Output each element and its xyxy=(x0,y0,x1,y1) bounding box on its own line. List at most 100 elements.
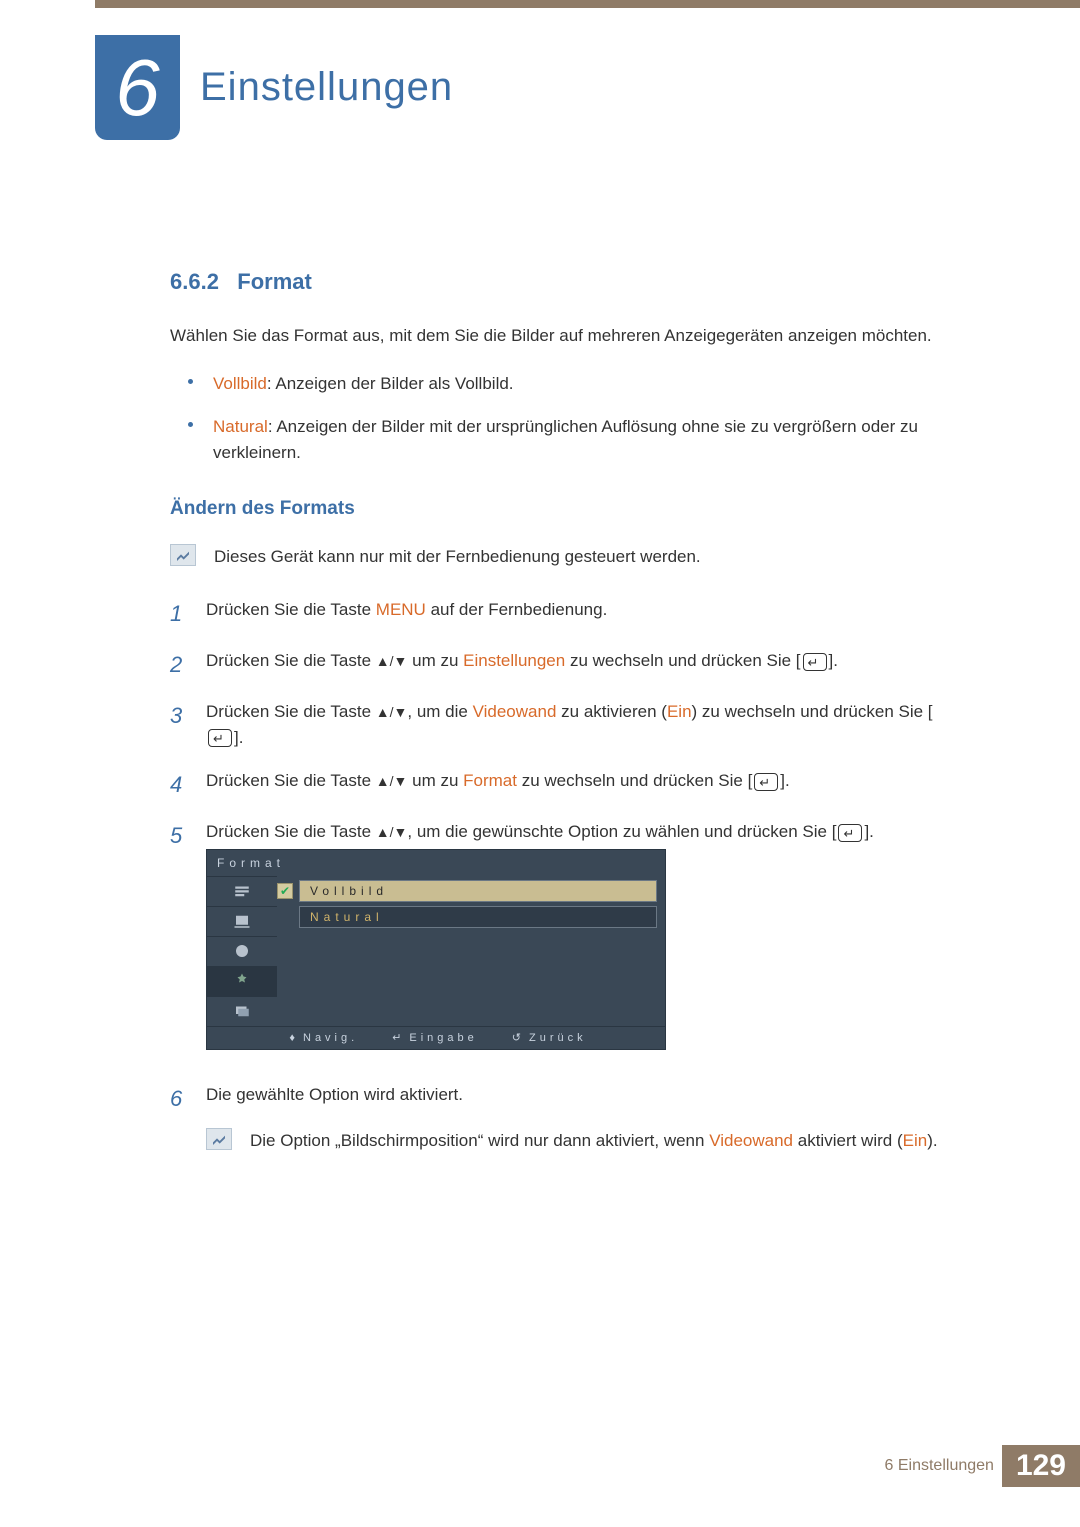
t: auf der Fernbedienung. xyxy=(426,600,607,619)
enter-icon xyxy=(803,653,827,671)
note-icon xyxy=(170,544,196,566)
enter-icon xyxy=(208,729,232,747)
note: Dieses Gerät kann nur mit der Fernbedien… xyxy=(170,544,960,570)
updown-icon: ▲/▼ xyxy=(376,771,408,792)
osd-icon xyxy=(207,936,277,966)
osd-icon xyxy=(207,996,277,1026)
step-6: 6 Die gewählte Option wird aktiviert. Di… xyxy=(170,1082,960,1181)
step-4: 4 Drücken Sie die Taste ▲/▼ um zu Format… xyxy=(170,768,960,801)
step-body: Die gewählte Option wird aktiviert. Die … xyxy=(206,1082,960,1181)
note-text: Die Option „Bildschirmposition“ wird nur… xyxy=(250,1128,938,1154)
t: zu wechseln und drücken Sie [ xyxy=(565,651,800,670)
t: Drücken Sie die Taste xyxy=(206,702,376,721)
osd-hint-enter: ↵Eingabe xyxy=(388,1030,478,1047)
t: Eingabe xyxy=(405,1032,477,1044)
t: Drücken Sie die Taste xyxy=(206,822,376,841)
osd-side-icons xyxy=(207,876,277,1026)
step-number: 3 xyxy=(170,699,188,732)
osd-icon xyxy=(207,906,277,936)
section-number: 6.6.2 xyxy=(170,269,219,294)
step-3: 3 Drücken Sie die Taste ▲/▼, um die Vide… xyxy=(170,699,960,750)
note: Die Option „Bildschirmposition“ wird nur… xyxy=(206,1128,960,1154)
step-body: Drücken Sie die Taste ▲/▼ um zu Einstell… xyxy=(206,648,960,674)
t: zu wechseln und drücken Sie [ xyxy=(517,771,752,790)
t: ]. xyxy=(864,822,873,841)
t: ). xyxy=(927,1131,937,1150)
osd-option-label: Vollbild xyxy=(299,880,657,902)
t: aktiviert wird ( xyxy=(793,1131,903,1150)
updown-icon: ▲/▼ xyxy=(376,822,408,843)
step-2: 2 Drücken Sie die Taste ▲/▼ um zu Einste… xyxy=(170,648,960,681)
t: Drücken Sie die Taste xyxy=(206,651,376,670)
chapter-number: 6 xyxy=(115,48,160,128)
osd-body: ✔ Vollbild Natural xyxy=(207,876,665,1026)
subheading: Ändern des Formats xyxy=(170,495,960,524)
t: zu aktivieren ( xyxy=(556,702,667,721)
step-body: Drücken Sie die Taste ▲/▼, um die Videow… xyxy=(206,699,960,750)
step-list: 1 Drücken Sie die Taste MENU auf der Fer… xyxy=(170,597,960,1181)
step-number: 6 xyxy=(170,1082,188,1115)
step-1: 1 Drücken Sie die Taste MENU auf der Fer… xyxy=(170,597,960,630)
t: Die gewählte Option wird aktiviert. xyxy=(206,1085,463,1104)
term-natural: Natural xyxy=(213,417,268,436)
footer-label: 6 Einstellungen xyxy=(885,1457,994,1475)
term-ein: Ein xyxy=(903,1131,928,1150)
osd-hint-back: ↺Zurück xyxy=(508,1030,587,1047)
t: um zu xyxy=(407,651,463,670)
term-videowand: Videowand xyxy=(709,1131,793,1150)
t: Navig. xyxy=(299,1032,358,1044)
intro-paragraph: Wählen Sie das Format aus, mit dem Sie d… xyxy=(170,323,960,349)
desc: : Anzeigen der Bilder mit der ursprüngli… xyxy=(213,417,918,462)
osd-options: ✔ Vollbild Natural xyxy=(277,876,665,1026)
section-heading: 6.6.2 Format xyxy=(170,265,960,298)
step-number: 2 xyxy=(170,648,188,681)
term-menu: MENU xyxy=(376,600,426,619)
chapter-title: Einstellungen xyxy=(200,65,453,110)
osd-option-selected: ✔ Vollbild xyxy=(277,880,657,902)
t: ]. xyxy=(234,728,243,747)
term-ein: Ein xyxy=(667,702,692,721)
step-number: 4 xyxy=(170,768,188,801)
t: Zurück xyxy=(525,1032,587,1044)
osd-icon xyxy=(207,876,277,906)
osd-option-label: Natural xyxy=(299,906,657,928)
bullet-list: Vollbild: Anzeigen der Bilder als Vollbi… xyxy=(188,371,960,466)
term-einstellungen: Einstellungen xyxy=(463,651,565,670)
step-body: Drücken Sie die Taste ▲/▼ um zu Format z… xyxy=(206,768,960,794)
t: Drücken Sie die Taste xyxy=(206,771,376,790)
t: , um die xyxy=(407,702,472,721)
content-area: 6.6.2 Format Wählen Sie das Format aus, … xyxy=(170,265,960,1199)
t: , um die gewünschte Option zu wählen und… xyxy=(407,822,836,841)
note-icon xyxy=(206,1128,232,1150)
t: Drücken Sie die Taste xyxy=(206,600,376,619)
t: um zu xyxy=(407,771,463,790)
osd-option: Natural xyxy=(277,906,657,928)
osd-title: Format xyxy=(207,850,665,876)
term-vollbild: Vollbild xyxy=(213,374,267,393)
osd-footer: ♦Navig. ↵Eingabe ↺Zurück xyxy=(207,1026,665,1050)
t: ]. xyxy=(780,771,789,790)
section-title: Format xyxy=(237,269,312,294)
updown-icon: ▲/▼ xyxy=(376,702,408,723)
header-bar xyxy=(95,0,1080,8)
osd-screenshot: Format ✔ xyxy=(206,849,666,1051)
term-format: Format xyxy=(463,771,517,790)
chapter-tab: 6 xyxy=(95,35,180,140)
page-footer: 6 Einstellungen 129 xyxy=(885,1445,1080,1487)
step-number: 1 xyxy=(170,597,188,630)
page: 6 Einstellungen 6.6.2 Format Wählen Sie … xyxy=(0,0,1080,1527)
t: Die Option „Bildschirmposition“ wird nur… xyxy=(250,1131,709,1150)
enter-icon xyxy=(838,824,862,842)
t: ) zu wechseln und drücken Sie [ xyxy=(692,702,933,721)
list-item: Natural: Anzeigen der Bilder mit der urs… xyxy=(188,414,960,465)
osd-hint-nav: ♦Navig. xyxy=(285,1030,358,1047)
t: ]. xyxy=(829,651,838,670)
list-item: Vollbild: Anzeigen der Bilder als Vollbi… xyxy=(188,371,960,397)
step-body: Drücken Sie die Taste ▲/▼, um die gewüns… xyxy=(206,819,960,1064)
page-number: 129 xyxy=(1002,1445,1080,1487)
step-number: 5 xyxy=(170,819,188,852)
enter-icon xyxy=(754,773,778,791)
osd-icon xyxy=(207,966,277,996)
step-body: Drücken Sie die Taste MENU auf der Fernb… xyxy=(206,597,960,623)
step-5: 5 Drücken Sie die Taste ▲/▼, um die gewü… xyxy=(170,819,960,1064)
